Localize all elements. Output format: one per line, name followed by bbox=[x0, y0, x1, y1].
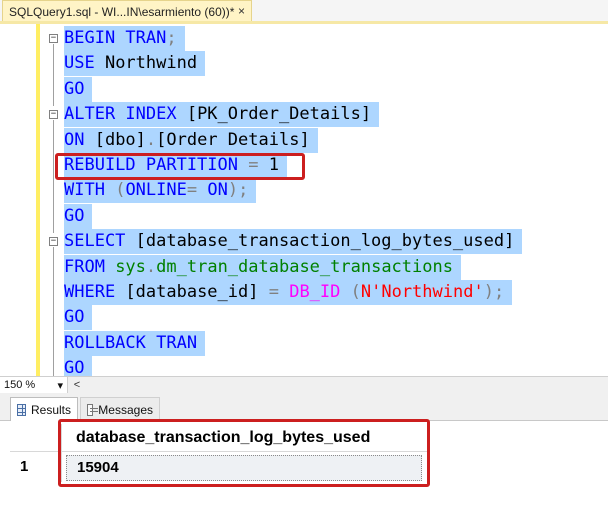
grid-icon bbox=[17, 403, 26, 416]
document-tab-bar: SQLQuery1.sql - WI...IN\esarmiento (60))… bbox=[0, 0, 608, 24]
tab-messages[interactable]: Messages bbox=[80, 397, 160, 421]
code-token: dm_tran_database_transactions bbox=[156, 256, 453, 277]
tab-messages-label: Messages bbox=[98, 402, 153, 417]
selected-text: GO bbox=[64, 356, 93, 376]
scroll-left-icon[interactable]: < bbox=[70, 378, 84, 392]
code-token: [dbo] bbox=[94, 129, 146, 150]
tab-results[interactable]: Results bbox=[10, 397, 78, 421]
code-token: ALTER INDEX bbox=[64, 104, 187, 125]
code-token: N'Northwind' bbox=[360, 282, 484, 302]
code-token: ONLINE bbox=[125, 180, 187, 201]
selected-text: WHERE [database_id] = DB_ID (N'Northwind… bbox=[64, 280, 513, 305]
code-token: GO bbox=[64, 205, 85, 226]
fold-guide bbox=[53, 247, 54, 376]
tab-results-label: Results bbox=[30, 402, 71, 417]
query-tab-title: SQLQuery1.sql - WI...IN\esarmiento (60))… bbox=[9, 4, 235, 19]
code-token: ON bbox=[207, 180, 228, 201]
code-token: sys bbox=[115, 256, 146, 277]
code-token: [database_transaction_log_bytes_used] bbox=[135, 231, 515, 252]
zoom-dropdown[interactable]: 150 % ▾ bbox=[0, 377, 68, 393]
code-token: [PK_Order_Details] bbox=[186, 104, 372, 125]
close-icon[interactable]: × bbox=[238, 4, 245, 18]
collapse-icon[interactable]: − bbox=[49, 110, 58, 120]
code-line[interactable]: GO bbox=[64, 305, 93, 331]
selected-text: USE Northwind bbox=[64, 51, 206, 77]
code-line[interactable]: ALTER INDEX [PK_Order_Details] bbox=[64, 102, 380, 128]
fold-guide bbox=[53, 44, 54, 107]
code-token: ( bbox=[350, 282, 361, 302]
collapse-icon[interactable]: − bbox=[49, 237, 58, 247]
query-editor[interactable]: BEGIN TRAN; − USE Northwind GO ALTER INDEX [… bbox=[0, 24, 608, 376]
code-token: Northwind bbox=[104, 53, 198, 74]
code-token: WITH bbox=[64, 180, 116, 201]
code-token: = bbox=[268, 282, 290, 302]
code-token: [database_id] bbox=[125, 282, 269, 302]
editor-status-bar: 150 % ▾ < bbox=[0, 376, 608, 393]
selected-text: GO bbox=[64, 76, 93, 102]
code-line[interactable]: WHERE [database_id] = DB_ID (N'Northwind… bbox=[64, 280, 513, 305]
selected-text: BEGIN TRAN; bbox=[64, 26, 185, 51]
grid-corner[interactable] bbox=[10, 424, 62, 452]
zoom-level: 150 % bbox=[4, 379, 36, 391]
code-area[interactable]: BEGIN TRAN; − USE Northwind GO ALTER INDEX [… bbox=[44, 24, 608, 376]
code-line[interactable]: GO bbox=[64, 356, 93, 376]
code-token: ; bbox=[166, 28, 177, 48]
code-token: WHERE bbox=[64, 282, 126, 302]
code-token: ON bbox=[64, 129, 95, 150]
selected-text: WITH (ONLINE= ON); bbox=[64, 178, 257, 204]
code-token: ); bbox=[483, 282, 505, 302]
collapse-icon[interactable]: − bbox=[49, 34, 58, 43]
code-token: GO bbox=[64, 358, 85, 376]
fold-guide bbox=[53, 120, 54, 234]
code-line[interactable]: SELECT [database_transaction_log_bytes_u… bbox=[64, 229, 523, 255]
code-token: USE bbox=[64, 53, 105, 74]
chevron-down-icon: ▾ bbox=[57, 379, 63, 392]
selected-text: GO bbox=[64, 305, 93, 331]
code-token: SELECT bbox=[64, 231, 136, 252]
changed-lines-marker bbox=[36, 24, 40, 376]
code-token: . bbox=[145, 129, 157, 150]
code-token: [Order Details] bbox=[156, 129, 310, 150]
code-token: DB_ID bbox=[289, 282, 351, 302]
code-line[interactable]: GO bbox=[64, 76, 93, 102]
highlight-rebuild-partition bbox=[55, 153, 305, 180]
code-line[interactable]: WITH (ONLINE= ON); bbox=[64, 178, 257, 204]
selected-text: GO bbox=[64, 203, 93, 229]
code-line[interactable]: USE Northwind bbox=[64, 51, 206, 77]
results-tab-strip: Results Messages bbox=[0, 393, 608, 421]
code-line[interactable]: BEGIN TRAN; bbox=[64, 26, 185, 51]
selected-text: ALTER INDEX [PK_Order_Details] bbox=[64, 102, 380, 128]
code-token: ROLLBACK TRAN bbox=[64, 332, 198, 353]
highlight-result bbox=[58, 419, 430, 487]
selected-text: SELECT [database_transaction_log_bytes_u… bbox=[64, 229, 523, 255]
code-token: FROM bbox=[64, 256, 116, 277]
messages-icon bbox=[87, 403, 99, 416]
selected-text: FROM sys.dm_tran_database_transactions bbox=[64, 254, 461, 280]
code-token: . bbox=[145, 256, 157, 277]
selected-text: ROLLBACK TRAN bbox=[64, 330, 206, 356]
code-token: = bbox=[186, 180, 208, 201]
code-token: ( bbox=[115, 180, 126, 201]
editor-margin bbox=[0, 24, 40, 376]
code-token: GO bbox=[64, 78, 85, 99]
code-token: GO bbox=[64, 307, 85, 328]
selected-text: ON [dbo].[Order Details] bbox=[64, 127, 318, 153]
code-line[interactable]: ROLLBACK TRAN bbox=[64, 330, 206, 356]
code-line[interactable]: FROM sys.dm_tran_database_transactions bbox=[64, 254, 461, 280]
code-line[interactable]: ON [dbo].[Order Details] bbox=[64, 127, 318, 153]
code-token: BEGIN TRAN bbox=[64, 28, 167, 48]
code-token: ); bbox=[227, 180, 249, 201]
row-number[interactable]: 1 bbox=[10, 452, 62, 482]
query-tab[interactable]: SQLQuery1.sql - WI...IN\esarmiento (60))… bbox=[2, 0, 252, 22]
code-line[interactable]: GO bbox=[64, 203, 93, 229]
